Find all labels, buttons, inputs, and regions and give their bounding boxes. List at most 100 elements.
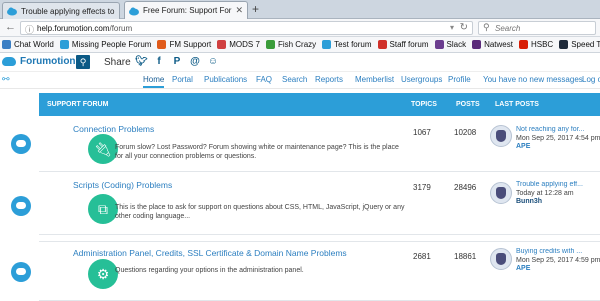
last-post: Buying credits with ... Mon Sep 25, 2017… — [516, 248, 600, 274]
bookmark-label: Speed Test — [571, 40, 600, 49]
bookmark-favicon-icon — [265, 40, 275, 49]
browser-navigation-bar: ← ⓘ help.forumotion.com/forum ▾ ↻ ⚲ — [0, 19, 600, 37]
forum-title-link[interactable]: Scripts (Coding) Problems — [73, 180, 172, 190]
bookmark-item[interactable]: Slack — [434, 40, 467, 49]
bookmark-label: Slack — [446, 40, 467, 49]
forum-title-link[interactable]: Connection Problems — [73, 124, 154, 134]
forum-description: Questions regarding your options in the … — [115, 267, 304, 274]
nav-faq[interactable]: FAQ — [256, 75, 272, 84]
last-post: Trouble applying eff... Today at 12:28 a… — [516, 181, 600, 207]
bookmark-item[interactable]: Speed Test — [559, 40, 600, 49]
last-post-date: Mon Sep 25, 2017 4:59 pm — [516, 256, 600, 264]
forumotion-logo[interactable]: Forumotion — [2, 56, 76, 67]
nav-memberlist[interactable]: Memberlist — [355, 75, 394, 84]
posts-count: 18861 — [454, 252, 477, 261]
site-search-button[interactable]: ⚲ — [76, 55, 90, 69]
bookmark-item[interactable]: FM Support — [157, 40, 211, 49]
chevron-down-icon[interactable]: ▾ — [450, 23, 454, 32]
email-icon[interactable]: @ — [189, 55, 201, 68]
forum-row: Administration Panel, Credits, SSL Certi… — [11, 241, 600, 301]
browser-search-box[interactable]: ⚲ — [478, 21, 596, 35]
code-icon: ⧉ — [88, 194, 118, 224]
last-posts-header: LAST POSTS — [495, 101, 539, 108]
bookmark-item[interactable]: Test forum — [322, 40, 372, 49]
bookmark-favicon-icon — [157, 40, 167, 49]
forumotion-favicon-icon — [7, 7, 17, 16]
bookmarks-bar: Chat World Missing People Forum FM Support… — [0, 37, 600, 53]
bookmark-item[interactable]: MODS 7 — [217, 40, 260, 49]
bookmark-item[interactable]: Natwest — [472, 40, 513, 49]
avatar[interactable] — [490, 248, 512, 270]
last-post-author-link[interactable]: APE — [516, 265, 600, 274]
bookmark-item[interactable]: Chat World — [2, 40, 54, 49]
back-arrow-icon[interactable]: ← — [5, 21, 16, 33]
bookmark-label: Staff forum — [389, 40, 429, 49]
search-icon: ⚲ — [483, 22, 490, 32]
nav-publications[interactable]: Publications — [204, 75, 247, 84]
new-tab-button[interactable]: + — [252, 2, 259, 16]
category-header: SUPPORT FORUM TOPICS POSTS LAST POSTS — [39, 93, 600, 116]
last-post-author-link[interactable]: APE — [516, 143, 600, 152]
forum-category-table: SUPPORT FORUM TOPICS POSTS LAST POSTS Co… — [11, 93, 600, 301]
close-tab-icon[interactable]: ✕ — [235, 5, 243, 16]
browser-tab-1[interactable]: Free Forum: Support Forum ✕ — [124, 1, 248, 19]
bookmark-favicon-icon — [217, 40, 227, 49]
last-post-title-link[interactable]: Not reaching any for... — [516, 126, 600, 135]
bookmark-item[interactable]: Missing People Forum — [59, 40, 151, 49]
bookmark-label: FM Support — [169, 40, 212, 49]
last-post-date: Today at 12:28 am — [516, 189, 574, 197]
plug-icon: 🔌︎ — [88, 134, 118, 164]
avatar[interactable] — [490, 125, 512, 147]
browser-search-input[interactable] — [495, 23, 593, 34]
pinterest-icon[interactable]: P — [171, 55, 183, 68]
tab-title: Trouble applying effects to g — [21, 6, 115, 16]
tab-title: Free Forum: Support Forum — [143, 6, 232, 15]
topics-header: TOPICS — [411, 101, 437, 108]
bookmark-item[interactable]: HSBC — [518, 40, 553, 49]
last-post-title-link[interactable]: Trouble applying eff... — [516, 181, 600, 190]
social-icons: 🐦︎ f P @ ☺ — [135, 55, 219, 68]
forum-navigation: ⚯ Home Portal Publications FAQ Search Re… — [0, 72, 600, 89]
last-post-author-link[interactable]: Bunn3h — [516, 198, 600, 207]
reddit-icon[interactable]: ☺ — [207, 55, 219, 68]
forum-description: This is the place to ask for support on … — [115, 204, 405, 220]
forumotion-favicon-icon — [129, 7, 139, 15]
forum-status-icon — [11, 196, 31, 216]
site-header: Forumotion ⚲ Share 🐦︎ f P @ ☺ — [0, 53, 600, 72]
bookmark-label: Chat World — [14, 40, 54, 49]
info-icon[interactable]: ⓘ — [25, 23, 34, 36]
nav-portal[interactable]: Portal — [172, 75, 193, 84]
reload-icon[interactable]: ↻ — [460, 22, 468, 33]
browser-tab-0[interactable]: Trouble applying effects to g — [2, 2, 120, 19]
bookmark-item[interactable]: Staff forum — [377, 40, 429, 49]
nav-messages[interactable]: You have no new messages — [483, 75, 583, 84]
url-text: help.forumotion.com/forum — [37, 24, 132, 33]
posts-header: POSTS — [456, 101, 480, 108]
nav-reports[interactable]: Reports — [315, 75, 343, 84]
nav-home[interactable]: Home — [143, 75, 165, 88]
link-icon[interactable]: ⚯ — [2, 74, 10, 85]
nav-logout[interactable]: Log o — [582, 75, 600, 84]
forum-status-icon — [11, 262, 31, 282]
address-bar[interactable]: ⓘ help.forumotion.com/forum ▾ ↻ — [20, 21, 473, 35]
bookmark-favicon-icon — [434, 40, 444, 49]
last-post: Not reaching any for... Mon Sep 25, 2017… — [516, 126, 600, 152]
bookmark-favicon-icon — [377, 40, 387, 49]
nav-usergroups[interactable]: Usergroups — [401, 75, 442, 84]
share-label: Share — [104, 57, 131, 68]
bookmark-item[interactable]: Fish Crazy — [265, 40, 316, 49]
avatar[interactable] — [490, 182, 512, 204]
facebook-icon[interactable]: f — [153, 55, 165, 68]
last-post-title-link[interactable]: Buying credits with ... — [516, 248, 600, 257]
topics-count: 3179 — [413, 183, 431, 192]
nav-search[interactable]: Search — [282, 75, 307, 84]
bookmark-favicon-icon — [518, 40, 528, 49]
category-title: SUPPORT FORUM — [47, 101, 109, 108]
forum-title-link[interactable]: Administration Panel, Credits, SSL Certi… — [73, 248, 347, 258]
posts-count: 28496 — [454, 183, 477, 192]
bookmark-favicon-icon — [472, 40, 482, 49]
posts-count: 10208 — [454, 128, 477, 137]
forum-row: Connection Problems 🔌︎ Forum slow? Lost … — [11, 116, 600, 172]
nav-profile[interactable]: Profile — [448, 75, 471, 84]
twitter-icon[interactable]: 🐦︎ — [135, 55, 148, 68]
